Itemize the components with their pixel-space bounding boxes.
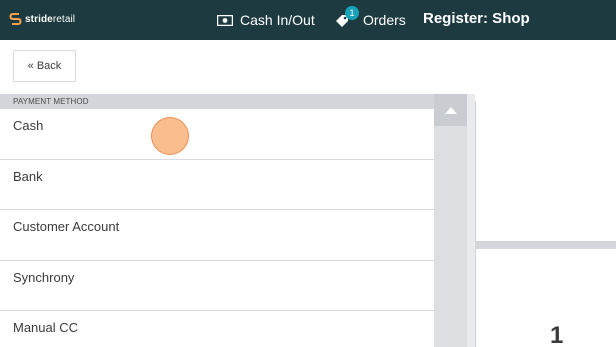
- payment-method-list: Cash Bank Customer Account Synchrony Man…: [0, 109, 434, 347]
- chevron-up-icon: [444, 106, 457, 114]
- orders-button[interactable]: 1 Orders: [334, 6, 406, 29]
- keypad-key-1[interactable]: 1: [475, 249, 616, 347]
- payment-method-customer-account[interactable]: Customer Account: [0, 210, 434, 261]
- cash-in-out-label: Cash In/Out: [240, 12, 315, 28]
- orders-label: Orders: [363, 12, 406, 28]
- back-button[interactable]: « Back: [13, 50, 76, 82]
- payment-method-section-label: PAYMENT METHOD: [13, 97, 89, 106]
- top-navbar: strideretail Cash In/Out 1 Orders Regist…: [0, 0, 616, 40]
- payment-method-synchrony[interactable]: Synchrony: [0, 260, 434, 311]
- keypad-digit: 1: [550, 322, 564, 347]
- payment-method-cash[interactable]: Cash: [0, 109, 434, 160]
- payment-method-label: Manual CC: [13, 320, 79, 336]
- panel-separator: [475, 242, 616, 249]
- stride-logo-icon: [9, 13, 22, 25]
- panel-divider: [467, 94, 475, 347]
- logo-text: strideretail: [25, 13, 76, 25]
- scroll-up-button[interactable]: [434, 94, 467, 126]
- stride-retail-logo: strideretail: [9, 12, 75, 26]
- payment-method-label: Customer Account: [13, 219, 120, 235]
- payment-method-label: Synchrony: [13, 269, 75, 285]
- payment-method-label: Bank: [13, 168, 43, 184]
- cash-in-out-button[interactable]: Cash In/Out: [217, 11, 315, 29]
- touch-indicator: [151, 117, 189, 155]
- cash-icon: [217, 14, 233, 26]
- payment-list-scrollbar[interactable]: [434, 94, 467, 347]
- payment-method-bank[interactable]: Bank: [0, 159, 434, 210]
- register-title: Register: Shop: [423, 10, 530, 27]
- orders-count-badge: 1: [345, 6, 359, 20]
- amount-display-panel: [475, 101, 616, 242]
- payment-method-header: PAYMENT METHOD: [0, 94, 434, 109]
- payment-method-manual-cc[interactable]: Manual CC: [0, 311, 434, 347]
- payment-method-label: Cash: [13, 118, 44, 134]
